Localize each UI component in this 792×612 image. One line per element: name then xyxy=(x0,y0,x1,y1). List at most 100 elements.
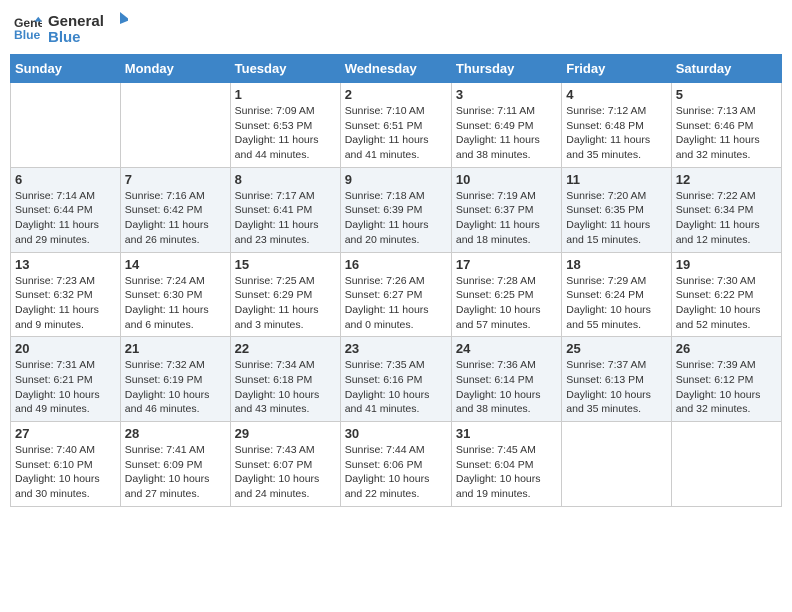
calendar-header: SundayMondayTuesdayWednesdayThursdayFrid… xyxy=(11,55,782,83)
day-info: Sunrise: 7:30 AM Sunset: 6:22 PM Dayligh… xyxy=(676,274,777,333)
day-info: Sunrise: 7:44 AM Sunset: 6:06 PM Dayligh… xyxy=(345,443,447,502)
day-number: 24 xyxy=(456,341,557,356)
day-number: 18 xyxy=(566,257,666,272)
svg-text:Blue: Blue xyxy=(48,29,81,46)
calendar-cell: 25Sunrise: 7:37 AM Sunset: 6:13 PM Dayli… xyxy=(562,337,671,422)
day-info: Sunrise: 7:41 AM Sunset: 6:09 PM Dayligh… xyxy=(125,443,226,502)
day-info: Sunrise: 7:22 AM Sunset: 6:34 PM Dayligh… xyxy=(676,189,777,248)
calendar-body: 1 Sunrise: 7:09 AM Sunset: 6:53 PM Daylig… xyxy=(11,83,782,507)
header-row: SundayMondayTuesdayWednesdayThursdayFrid… xyxy=(11,55,782,83)
day-number: 2 xyxy=(345,87,447,102)
day-number: 26 xyxy=(676,341,777,356)
day-info: Sunrise: 7:25 AM Sunset: 6:29 PM Dayligh… xyxy=(235,274,336,333)
svg-text:Blue: Blue xyxy=(14,28,41,42)
page-header: General Blue General Blue xyxy=(10,10,782,46)
logo-icon: General Blue xyxy=(14,14,42,42)
day-info: Sunrise: 7:28 AM Sunset: 6:25 PM Dayligh… xyxy=(456,274,557,333)
calendar-cell: 24 Sunrise: 7:36 AM Sunset: 6:14 PM Dayli… xyxy=(451,337,561,422)
day-info: Sunrise: 7:17 AM Sunset: 6:41 PM Dayligh… xyxy=(235,189,336,248)
day-number: 22 xyxy=(235,341,336,356)
day-info: Sunrise: 7:32 AM Sunset: 6:19 PM Dayligh… xyxy=(125,358,226,417)
day-number: 9 xyxy=(345,172,447,187)
day-number: 11 xyxy=(566,172,666,187)
calendar-cell: 20 Sunrise: 7:31 AM Sunset: 6:21 PM Dayli… xyxy=(11,337,121,422)
day-info: Sunrise: 7:11 AM Sunset: 6:49 PM Dayligh… xyxy=(456,104,557,163)
day-info: Sunrise: 7:09 AM Sunset: 6:53 PM Dayligh… xyxy=(235,104,336,163)
day-number: 6 xyxy=(15,172,116,187)
day-info: Sunrise: 7:36 AM Sunset: 6:14 PM Dayligh… xyxy=(456,358,557,417)
day-info: Sunrise: 7:16 AM Sunset: 6:42 PM Dayligh… xyxy=(125,189,226,248)
day-number: 20 xyxy=(15,341,116,356)
calendar-cell: 22 Sunrise: 7:34 AM Sunset: 6:18 PM Dayli… xyxy=(230,337,340,422)
calendar-cell: 4Sunrise: 7:12 AM Sunset: 6:48 PM Daylig… xyxy=(562,83,671,168)
day-info: Sunrise: 7:20 AM Sunset: 6:35 PM Dayligh… xyxy=(566,189,666,248)
day-number: 5 xyxy=(676,87,777,102)
calendar-cell: 17 Sunrise: 7:28 AM Sunset: 6:25 PM Dayli… xyxy=(451,252,561,337)
calendar-cell: 14Sunrise: 7:24 AM Sunset: 6:30 PM Dayli… xyxy=(120,252,230,337)
calendar-cell xyxy=(671,422,781,507)
calendar-cell: 28Sunrise: 7:41 AM Sunset: 6:09 PM Dayli… xyxy=(120,422,230,507)
calendar-cell: 18Sunrise: 7:29 AM Sunset: 6:24 PM Dayli… xyxy=(562,252,671,337)
day-number: 12 xyxy=(676,172,777,187)
day-number: 16 xyxy=(345,257,447,272)
calendar-cell xyxy=(562,422,671,507)
day-info: Sunrise: 7:18 AM Sunset: 6:39 PM Dayligh… xyxy=(345,189,447,248)
calendar-week-row: 27Sunrise: 7:40 AM Sunset: 6:10 PM Dayli… xyxy=(11,422,782,507)
calendar-cell: 23Sunrise: 7:35 AM Sunset: 6:16 PM Dayli… xyxy=(340,337,451,422)
calendar-cell: 2Sunrise: 7:10 AM Sunset: 6:51 PM Daylig… xyxy=(340,83,451,168)
calendar-cell: 7 Sunrise: 7:16 AM Sunset: 6:42 PM Daylig… xyxy=(120,167,230,252)
calendar-week-row: 1 Sunrise: 7:09 AM Sunset: 6:53 PM Daylig… xyxy=(11,83,782,168)
calendar-cell: 31Sunrise: 7:45 AM Sunset: 6:04 PM Dayli… xyxy=(451,422,561,507)
day-number: 19 xyxy=(676,257,777,272)
day-info: Sunrise: 7:12 AM Sunset: 6:48 PM Dayligh… xyxy=(566,104,666,163)
calendar-cell: 9 Sunrise: 7:18 AM Sunset: 6:39 PM Daylig… xyxy=(340,167,451,252)
day-info: Sunrise: 7:34 AM Sunset: 6:18 PM Dayligh… xyxy=(235,358,336,417)
day-number: 30 xyxy=(345,426,447,441)
weekday-header: Thursday xyxy=(451,55,561,83)
calendar-week-row: 20 Sunrise: 7:31 AM Sunset: 6:21 PM Dayli… xyxy=(11,337,782,422)
calendar-cell: 11 Sunrise: 7:20 AM Sunset: 6:35 PM Dayli… xyxy=(562,167,671,252)
day-number: 7 xyxy=(125,172,226,187)
day-number: 21 xyxy=(125,341,226,356)
day-number: 17 xyxy=(456,257,557,272)
day-info: Sunrise: 7:19 AM Sunset: 6:37 PM Dayligh… xyxy=(456,189,557,248)
calendar-cell: 3Sunrise: 7:11 AM Sunset: 6:49 PM Daylig… xyxy=(451,83,561,168)
day-number: 10 xyxy=(456,172,557,187)
day-info: Sunrise: 7:45 AM Sunset: 6:04 PM Dayligh… xyxy=(456,443,557,502)
calendar-cell: 15 Sunrise: 7:25 AM Sunset: 6:29 PM Dayli… xyxy=(230,252,340,337)
calendar-cell: 21 Sunrise: 7:32 AM Sunset: 6:19 PM Dayli… xyxy=(120,337,230,422)
day-info: Sunrise: 7:26 AM Sunset: 6:27 PM Dayligh… xyxy=(345,274,447,333)
calendar-cell: 29Sunrise: 7:43 AM Sunset: 6:07 PM Dayli… xyxy=(230,422,340,507)
day-info: Sunrise: 7:39 AM Sunset: 6:12 PM Dayligh… xyxy=(676,358,777,417)
weekday-header: Saturday xyxy=(671,55,781,83)
calendar-cell xyxy=(120,83,230,168)
day-info: Sunrise: 7:31 AM Sunset: 6:21 PM Dayligh… xyxy=(15,358,116,417)
day-number: 25 xyxy=(566,341,666,356)
calendar-cell: 12 Sunrise: 7:22 AM Sunset: 6:34 PM Dayli… xyxy=(671,167,781,252)
weekday-header: Wednesday xyxy=(340,55,451,83)
calendar-cell: 13 Sunrise: 7:23 AM Sunset: 6:32 PM Dayli… xyxy=(11,252,121,337)
calendar-cell: 26 Sunrise: 7:39 AM Sunset: 6:12 PM Dayli… xyxy=(671,337,781,422)
calendar-table: SundayMondayTuesdayWednesdayThursdayFrid… xyxy=(10,54,782,507)
calendar-cell: 19 Sunrise: 7:30 AM Sunset: 6:22 PM Dayli… xyxy=(671,252,781,337)
day-info: Sunrise: 7:43 AM Sunset: 6:07 PM Dayligh… xyxy=(235,443,336,502)
day-number: 27 xyxy=(15,426,116,441)
day-number: 13 xyxy=(15,257,116,272)
calendar-cell: 1 Sunrise: 7:09 AM Sunset: 6:53 PM Daylig… xyxy=(230,83,340,168)
calendar-cell: 16 Sunrise: 7:26 AM Sunset: 6:27 PM Dayli… xyxy=(340,252,451,337)
logo-svg: General Blue xyxy=(48,10,128,46)
logo: General Blue General Blue xyxy=(14,10,128,46)
calendar-week-row: 13 Sunrise: 7:23 AM Sunset: 6:32 PM Dayli… xyxy=(11,252,782,337)
calendar-cell: 10 Sunrise: 7:19 AM Sunset: 6:37 PM Dayli… xyxy=(451,167,561,252)
weekday-header: Monday xyxy=(120,55,230,83)
day-number: 15 xyxy=(235,257,336,272)
calendar-cell: 5 Sunrise: 7:13 AM Sunset: 6:46 PM Daylig… xyxy=(671,83,781,168)
calendar-week-row: 6Sunrise: 7:14 AM Sunset: 6:44 PM Daylig… xyxy=(11,167,782,252)
day-info: Sunrise: 7:23 AM Sunset: 6:32 PM Dayligh… xyxy=(15,274,116,333)
day-number: 1 xyxy=(235,87,336,102)
calendar-cell xyxy=(11,83,121,168)
svg-text:General: General xyxy=(48,13,104,30)
day-info: Sunrise: 7:13 AM Sunset: 6:46 PM Dayligh… xyxy=(676,104,777,163)
weekday-header: Sunday xyxy=(11,55,121,83)
calendar-cell: 30 Sunrise: 7:44 AM Sunset: 6:06 PM Dayli… xyxy=(340,422,451,507)
